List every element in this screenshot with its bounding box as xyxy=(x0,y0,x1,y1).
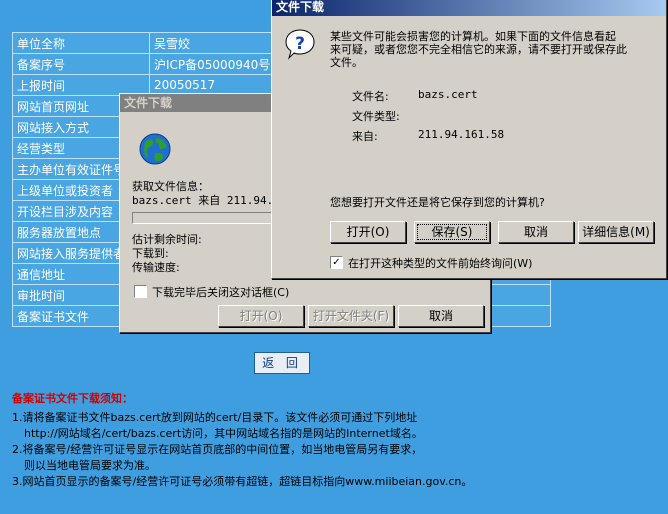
from-label: 来自: xyxy=(352,130,378,143)
close-when-done-checkbox[interactable] xyxy=(134,285,147,298)
always-ask-label[interactable]: 在打开这种类型的文件前始终询问(W) xyxy=(348,255,532,271)
always-ask-checkbox[interactable]: ✓ xyxy=(330,256,343,269)
record-label: 备案序号 xyxy=(12,53,150,75)
save-button[interactable]: 保存(S) xyxy=(414,221,490,243)
globe-icon xyxy=(138,132,172,166)
open-button-disabled[interactable]: 打开(O) xyxy=(218,305,304,327)
back-button[interactable]: 返 回 xyxy=(254,352,310,374)
notice-line: 2.将备案号/经营许可证号显示在网站首页底部的中间位置，如当地电管局另有要求， xyxy=(12,443,423,456)
warning-message-line: 来可疑，或者您您不完全相信它的来源，请不要打开或保存此 xyxy=(330,43,627,56)
warning-cancel-button[interactable]: 取消 xyxy=(498,221,574,243)
notice-line: http://网站域名/cert/bazs.cert访问，其中网站域名指的是网站… xyxy=(24,427,423,440)
open-folder-button[interactable]: 打开文件夹(F) xyxy=(308,305,394,327)
from-value: 211.94.161.58 xyxy=(418,128,505,141)
transfer-speed-label: 传输速度: xyxy=(132,261,180,274)
save-question: 您想要打开文件还是将它保存到您的计算机? xyxy=(330,196,545,209)
svg-text:?: ? xyxy=(295,34,305,54)
filetype-label: 文件类型: xyxy=(352,110,400,123)
open-button[interactable]: 打开(O) xyxy=(330,221,406,243)
filename-value: bazs.cert xyxy=(418,88,478,101)
record-label: 单位全称 xyxy=(12,32,150,54)
warning-message-line: 文件。 xyxy=(330,56,363,69)
notice-line: 3.网站首页显示的备案号/经营许可证号必须带有超链，超链目标指向www.miib… xyxy=(12,475,473,488)
close-when-done-label[interactable]: 下载完毕后关闭这对话框(C) xyxy=(152,284,289,300)
file-download-warning-dialog: 文件下载 ? 某些文件可能会损害您的计算机。如果下面的文件信息看起 来可疑，或者… xyxy=(271,0,667,279)
question-icon: ? xyxy=(284,28,316,60)
notice-line: 则以当地电管局要求为准。 xyxy=(24,459,156,472)
download-progress-bar xyxy=(132,212,288,224)
filename-label: 文件名: xyxy=(352,90,389,103)
progress-cancel-button[interactable]: 取消 xyxy=(398,305,484,327)
notice-line: 1.请将备案证书文件bazs.cert放到网站的cert/目录下。该文件必须可通… xyxy=(12,411,418,424)
download-notice: 备案证书文件下载须知： 1.请将备案证书文件bazs.cert放到网站的cert… xyxy=(12,390,662,490)
details-button[interactable]: 详细信息(M) xyxy=(578,221,654,243)
warning-dialog-title: 文件下载 xyxy=(272,0,666,16)
notice-title: 备案证书文件下载须知： xyxy=(12,392,133,405)
file-info-detail: bazs.cert 来自 211.94.1 xyxy=(132,194,280,207)
